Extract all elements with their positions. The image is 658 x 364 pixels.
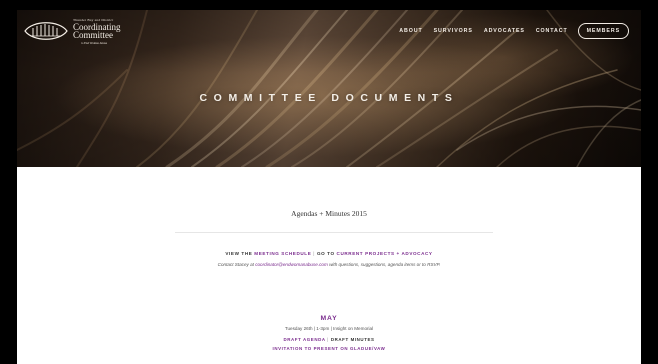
contact-email-link[interactable]: coordinator@endwomanabuse.com xyxy=(255,262,328,267)
nav-contact[interactable]: CONTACT xyxy=(536,28,568,34)
meeting-details: Tuesday 26th | 1-3pm | Insight on Memori… xyxy=(284,326,374,331)
main-nav: ABOUT SURVIVORS ADVOCATES CONTACT MEMBER… xyxy=(388,23,629,39)
current-projects-link[interactable]: CURRENT PROJECTS + ADVOCACY xyxy=(337,251,433,256)
month-heading: MAY xyxy=(320,314,338,322)
invitation-link[interactable]: INVITATION TO PRESENT ON GLADUE/VAW xyxy=(17,346,641,351)
hero-banner: Thunder Bay and District Coordinating Co… xyxy=(17,10,641,167)
view-links-line: VIEW THE MEETING SCHEDULE | GO TO CURREN… xyxy=(17,251,641,256)
documents-separator: | xyxy=(327,337,330,342)
meeting-schedule-link[interactable]: MEETING SCHEDULE xyxy=(254,251,311,256)
nav-advocates[interactable]: ADVOCATES xyxy=(484,28,525,34)
nav-about[interactable]: ABOUT xyxy=(399,28,422,34)
view-prefix: VIEW THE xyxy=(225,251,255,256)
contact-line: Contact Stacey at coordinator@endwomanab… xyxy=(17,262,641,267)
logo-title-line2: Committee xyxy=(73,30,113,40)
nav-survivors[interactable]: SURVIVORS xyxy=(434,28,473,34)
logo-emblem-icon xyxy=(24,22,68,40)
documents-line: DRAFT AGENDA | DRAFT MINUTES xyxy=(17,337,641,342)
contact-suffix: with questions, suggestions, agenda item… xyxy=(327,262,441,267)
divider xyxy=(175,232,493,233)
draft-agenda-link[interactable]: DRAFT AGENDA xyxy=(283,337,325,342)
main-content: Agendas + Minutes 2015 VIEW THE MEETING … xyxy=(17,167,641,364)
site-logo[interactable]: Thunder Bay and District Coordinating Co… xyxy=(23,18,127,45)
page-frame: Thunder Bay and District Coordinating Co… xyxy=(17,10,641,364)
goto-prefix: GO TO xyxy=(316,251,337,256)
members-button[interactable]: MEMBERS xyxy=(577,23,629,39)
draft-minutes-text: DRAFT MINUTES xyxy=(330,337,375,342)
separator: | xyxy=(313,251,316,256)
logo-tagline: to End Woman Abuse xyxy=(81,41,108,45)
page-title: COMMITTEE DOCUMENTS xyxy=(199,92,459,105)
contact-prefix: Contact Stacey at xyxy=(217,262,256,267)
section-subheading: Agendas + Minutes 2015 xyxy=(291,209,367,218)
